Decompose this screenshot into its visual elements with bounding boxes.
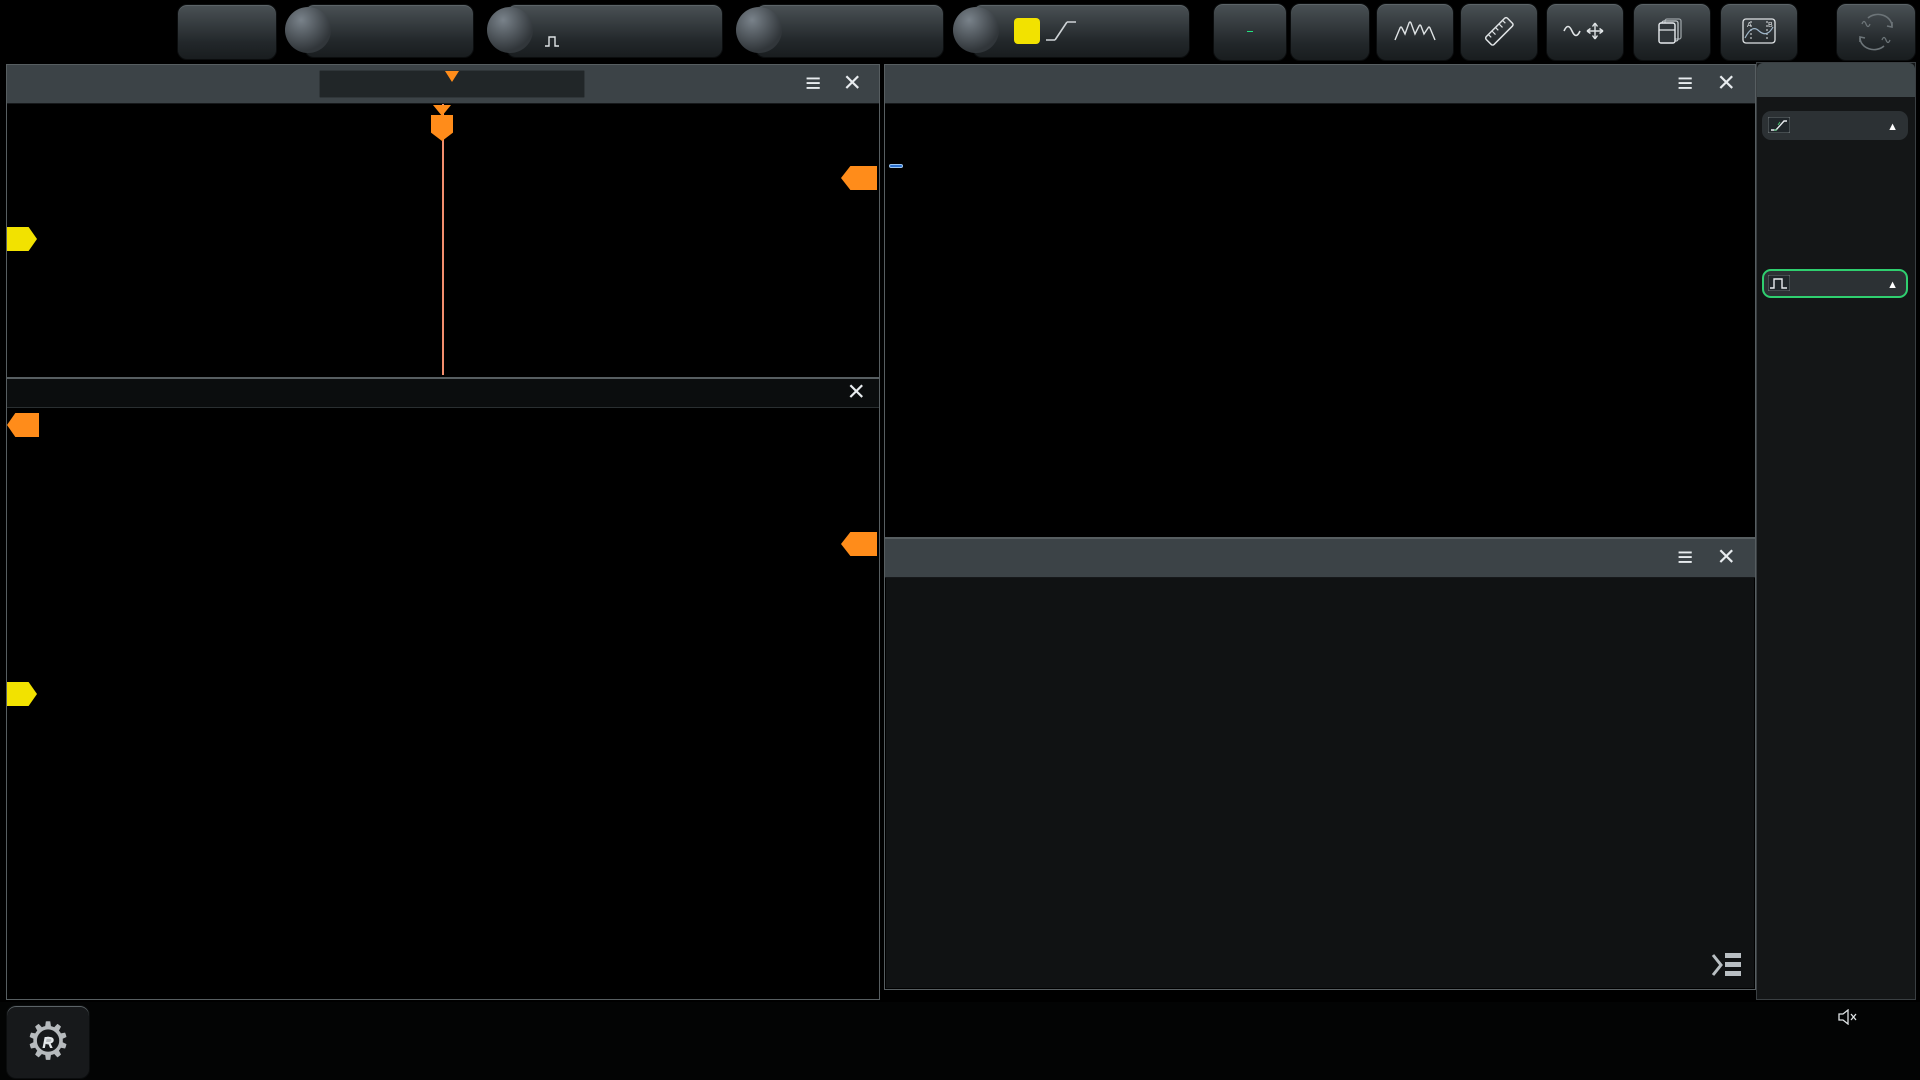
top-bar: AB xyxy=(0,0,1920,62)
trigger-settings[interactable] xyxy=(950,4,1190,58)
peak-table xyxy=(886,578,1754,988)
acquire-mode-row xyxy=(544,34,569,48)
waveform-view-panel: ≡ × xyxy=(6,64,880,378)
peak-close-icon[interactable]: × xyxy=(1717,540,1735,574)
acquire-badge xyxy=(487,7,533,53)
peak-menu-icon[interactable]: ≡ xyxy=(1677,542,1693,573)
delay-settings[interactable] xyxy=(733,4,944,58)
trigger-source-badge xyxy=(1014,18,1040,44)
trigger-badge xyxy=(953,7,999,53)
cursor-button[interactable]: AB xyxy=(1720,3,1798,61)
sine-move-icon xyxy=(1562,20,1608,42)
fft-header: ≡ × xyxy=(885,65,1755,104)
fft-panel: ≡ × xyxy=(884,64,1756,538)
bottom-bar: ⚙R xyxy=(0,1002,1920,1080)
collapse-triangle-icon[interactable]: ▲ xyxy=(1887,279,1898,291)
fft-close-icon[interactable]: × xyxy=(1717,66,1735,100)
results-title xyxy=(1757,63,1915,97)
trigger-position-line xyxy=(442,104,444,375)
waveform-view-header: ≡ × xyxy=(7,65,879,104)
measure-button[interactable] xyxy=(1460,3,1538,61)
circular-waveforms-icon xyxy=(1854,12,1898,52)
rtsa-button[interactable] xyxy=(1376,3,1454,61)
delayed-plot[interactable] xyxy=(7,408,877,998)
peak-search-header: ≡ × xyxy=(885,539,1755,578)
delay-badge xyxy=(736,7,782,53)
rtsa-peaks-icon xyxy=(1394,20,1436,42)
stop-label xyxy=(1247,30,1253,32)
delayed-close-icon[interactable]: × xyxy=(847,375,865,409)
waveform-menu-icon[interactable]: ≡ xyxy=(805,68,821,99)
fft-plot[interactable] xyxy=(885,104,1753,500)
waveform-close-icon[interactable]: × xyxy=(843,66,861,100)
cursor-ab-icon: AB xyxy=(1742,18,1776,44)
delayed-sweep-panel: × xyxy=(6,378,880,1000)
pulse-width-icon xyxy=(1768,275,1790,291)
trigger-status-badge[interactable] xyxy=(177,4,277,60)
rising-edge-icon xyxy=(1044,14,1078,48)
acquisition-position-strip[interactable] xyxy=(319,70,585,98)
square-wave-icon xyxy=(544,34,564,48)
stacked-windows-icon xyxy=(1657,18,1687,44)
measurement-card-rise-time[interactable]: ▲ xyxy=(1762,111,1908,140)
collapse-triangle-icon[interactable]: ▲ xyxy=(1887,121,1898,133)
clock-block xyxy=(1772,1006,1916,1032)
peak-search-panel: ≡ × xyxy=(884,538,1756,990)
delayed-sweep-titlebar xyxy=(7,382,879,402)
delayed-sweep-header: × xyxy=(7,379,879,408)
measurement-card-pulse-width[interactable]: ▲ xyxy=(1762,269,1908,298)
trigger-position-triangle[interactable] xyxy=(433,105,451,116)
fft-menu-icon[interactable]: ≡ xyxy=(1677,68,1693,99)
run-stop-button[interactable] xyxy=(1213,3,1287,61)
system-menu-button[interactable]: ⚙R xyxy=(6,1005,90,1079)
horizontal-settings[interactable] xyxy=(282,4,474,58)
rect-draw-button[interactable] xyxy=(1546,3,1624,61)
gear-icon: ⚙R xyxy=(25,1016,72,1068)
speaker-muted-icon[interactable] xyxy=(1838,1009,1858,1025)
table-scroll-icon[interactable] xyxy=(1709,949,1743,981)
acquire-settings[interactable] xyxy=(484,4,723,58)
multi-window-button[interactable] xyxy=(1633,3,1711,61)
ruler-icon xyxy=(1482,16,1516,46)
waveform-refresh-button[interactable] xyxy=(1836,3,1916,61)
oscilloscope-screen: AB ≡ × xyxy=(0,0,1920,1080)
default-button[interactable] xyxy=(1290,3,1370,61)
rise-time-icon xyxy=(1768,117,1790,133)
svg-text:A: A xyxy=(1747,22,1752,29)
horizontal-badge xyxy=(285,7,331,53)
results-sidebar: ▲ ▲ xyxy=(1756,62,1916,1000)
fft-m1-badge[interactable] xyxy=(889,164,903,168)
